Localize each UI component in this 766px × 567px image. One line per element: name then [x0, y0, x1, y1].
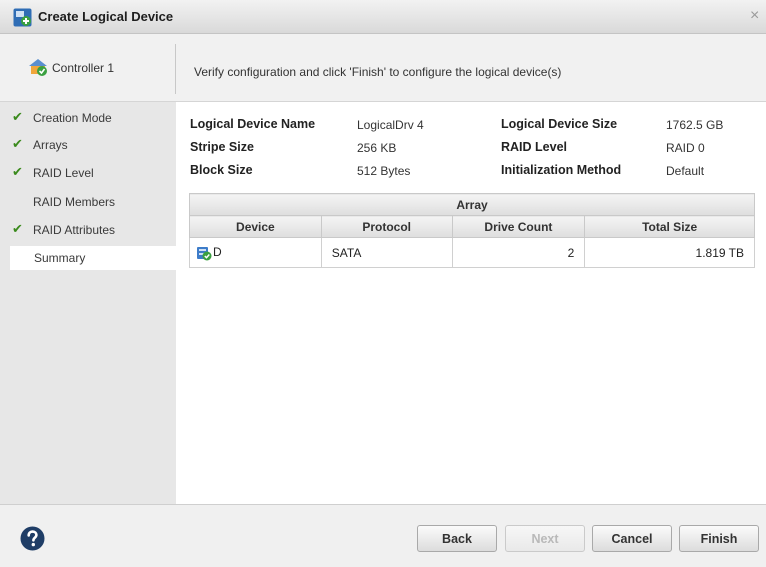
- step-summary[interactable]: Summary: [10, 246, 176, 270]
- logical-device-size-label: Logical Device Size: [501, 117, 618, 131]
- step-label: Creation Mode: [33, 111, 112, 125]
- add-logical-device-icon: [13, 8, 32, 27]
- wizard-sidebar: Controller 1 ✔ Creation Mode ✔ Arrays ✔ …: [0, 34, 176, 504]
- step-label: RAID Attributes: [33, 223, 116, 237]
- controller-box: Controller 1: [0, 34, 176, 102]
- block-size-value: 512 Bytes: [357, 164, 411, 178]
- instruction-banner: Verify configuration and click 'Finish' …: [176, 34, 766, 102]
- step-raid-members[interactable]: RAID Members: [12, 192, 176, 212]
- finish-button[interactable]: Finish: [679, 525, 759, 552]
- step-arrays[interactable]: ✔ Arrays: [12, 135, 176, 155]
- raid-level-label: RAID Level: [501, 140, 567, 154]
- init-method-value: Default: [666, 164, 705, 178]
- check-icon: ✔: [12, 136, 23, 151]
- raid-level-value: RAID 0: [666, 141, 705, 155]
- close-icon[interactable]: ×: [750, 7, 766, 25]
- logical-device-name-label: Logical Device Name: [190, 117, 316, 131]
- check-icon: ✔: [12, 221, 23, 236]
- column-header-protocol[interactable]: Protocol: [320, 215, 453, 238]
- step-label: Arrays: [33, 138, 68, 152]
- instruction-text: Verify configuration and click 'Finish' …: [194, 65, 562, 79]
- logical-device-name-value: LogicalDrv 4: [357, 118, 424, 132]
- stripe-size-value: 256 KB: [357, 141, 397, 155]
- array-group-header: Array: [189, 193, 755, 216]
- logical-device-size-value: 1762.5 GB: [666, 118, 724, 132]
- stripe-size-label: Stripe Size: [190, 140, 254, 154]
- drive-count-cell: 2: [451, 237, 586, 268]
- table-row[interactable]: D SATA 2 1.819 TB: [189, 237, 755, 268]
- block-size-label: Block Size: [190, 163, 253, 177]
- controller-label: Controller 1: [52, 61, 115, 75]
- check-icon: ✔: [12, 164, 23, 179]
- cancel-button[interactable]: Cancel: [592, 525, 672, 552]
- device-cell: D: [189, 237, 322, 268]
- title-bar: Create Logical Device ×: [0, 0, 766, 34]
- device-name: D: [213, 244, 222, 259]
- column-header-device[interactable]: Device: [189, 215, 322, 238]
- array-table: Array Device Protocol Drive Count Total …: [189, 193, 755, 268]
- column-header-drive-count[interactable]: Drive Count: [451, 215, 586, 238]
- step-raid-level[interactable]: ✔ RAID Level: [12, 163, 176, 183]
- step-creation-mode[interactable]: ✔ Creation Mode: [12, 108, 176, 128]
- init-method-label: Initialization Method: [501, 163, 622, 177]
- wizard-footer: Back Next Cancel Finish: [0, 504, 766, 567]
- window-title: Create Logical Device: [38, 9, 174, 24]
- step-raid-attributes[interactable]: ✔ RAID Attributes: [12, 220, 176, 240]
- step-label: Summary: [34, 251, 86, 265]
- step-label: RAID Members: [33, 195, 116, 209]
- check-icon: ✔: [12, 109, 23, 124]
- controller-icon: [29, 59, 47, 76]
- help-icon[interactable]: [20, 526, 45, 551]
- back-button[interactable]: Back: [417, 525, 497, 552]
- column-header-total-size[interactable]: Total Size: [584, 215, 755, 238]
- next-button[interactable]: Next: [505, 525, 585, 552]
- step-label: RAID Level: [33, 166, 94, 180]
- total-size-cell: 1.819 TB: [584, 237, 755, 268]
- array-device-icon: [197, 246, 212, 260]
- protocol-cell: SATA: [320, 237, 453, 268]
